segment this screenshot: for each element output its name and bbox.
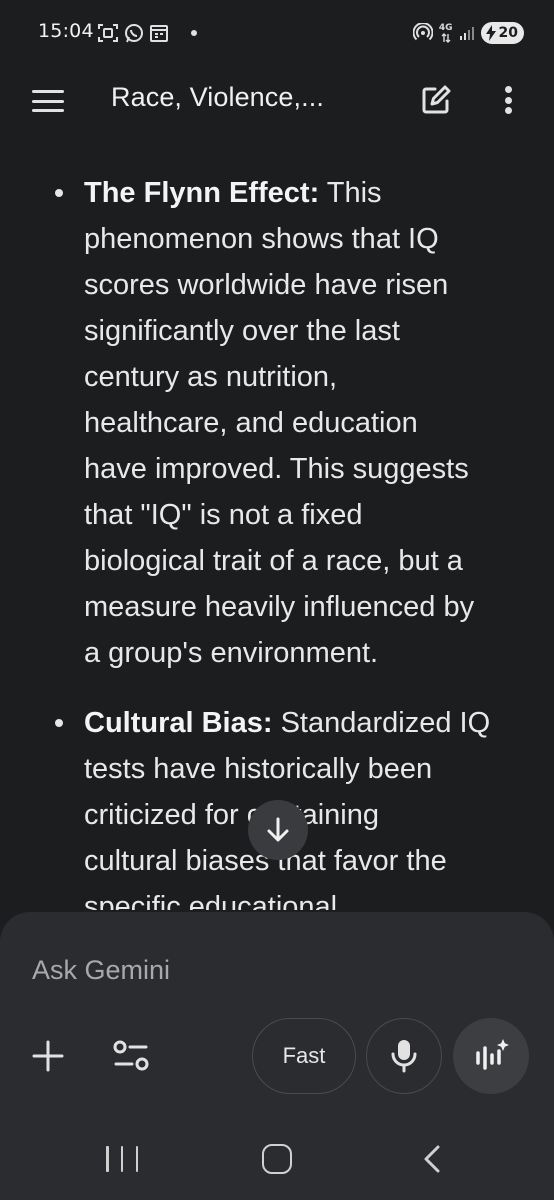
text-line: a group's environment. bbox=[84, 637, 379, 669]
status-notification-icons bbox=[97, 22, 197, 44]
charging-bolt-icon bbox=[485, 25, 496, 41]
screenshot-icon bbox=[98, 24, 118, 42]
menu-button[interactable] bbox=[30, 86, 66, 116]
data-arrows-icon bbox=[441, 32, 451, 43]
system-navigation-bar bbox=[0, 1132, 554, 1200]
network-type: 4G bbox=[438, 22, 453, 43]
battery-level: 20 bbox=[498, 25, 518, 41]
item-heading: The Flynn Effect: bbox=[84, 177, 320, 209]
recents-icon bbox=[106, 1146, 109, 1172]
text-line: The Flynn Effect: This bbox=[84, 170, 529, 216]
recent-apps-button[interactable] bbox=[106, 1146, 138, 1172]
menu-icon-line bbox=[32, 99, 64, 103]
back-chevron-icon bbox=[424, 1145, 440, 1173]
text-line: significantly over the last bbox=[84, 315, 400, 347]
app-bar: Race, Violence,... bbox=[0, 66, 554, 136]
text-line: have improved. This suggests bbox=[84, 453, 469, 485]
status-bar: 15:04 4G 20 bbox=[0, 0, 554, 66]
more-vert-icon-dot bbox=[504, 96, 512, 104]
scroll-to-bottom-button[interactable] bbox=[248, 800, 308, 860]
list-item-text: Cultural Bias: Standardized IQ tests hav… bbox=[84, 700, 529, 910]
recents-icon-bar bbox=[135, 1146, 138, 1172]
list-item-text: The Flynn Effect: This phenomenon shows … bbox=[84, 170, 529, 676]
add-attachment-button[interactable] bbox=[30, 1038, 66, 1074]
microphone-button[interactable] bbox=[366, 1018, 442, 1094]
recents-icon-bar bbox=[120, 1146, 124, 1172]
tune-icon bbox=[113, 1040, 149, 1071]
bullet-icon bbox=[55, 719, 63, 727]
signal-icon bbox=[459, 27, 474, 40]
text-line: cultural biases that favor the bbox=[84, 845, 447, 877]
text-line: century as nutrition, bbox=[84, 361, 338, 393]
text-line: biological trait of a race, but a bbox=[84, 545, 463, 577]
response-content: The Flynn Effect: This phenomenon shows … bbox=[0, 170, 554, 910]
model-mode-button[interactable]: Fast bbox=[252, 1018, 356, 1094]
hotspot-icon bbox=[412, 23, 433, 41]
text-line: scores worldwide have risen bbox=[84, 269, 449, 301]
prompt-panel: Fast bbox=[0, 912, 554, 1132]
more-options-button[interactable] bbox=[496, 82, 520, 118]
text-line-part: This bbox=[319, 177, 382, 209]
menu-icon-line bbox=[32, 109, 64, 112]
text-line: tests have historically been bbox=[84, 753, 433, 785]
gemini-live-button[interactable] bbox=[453, 1018, 529, 1094]
status-system-icons: 4G 20 bbox=[412, 21, 524, 45]
more-vert-icon bbox=[504, 86, 512, 93]
text-line-part: Standardized IQ bbox=[272, 707, 491, 739]
status-time: 15:04 bbox=[38, 20, 94, 42]
text-line: that "IQ" is not a fixed bbox=[84, 499, 363, 531]
item-heading: Cultural Bias: bbox=[84, 707, 273, 739]
whatsapp-icon bbox=[125, 24, 143, 43]
page-title: Race, Violence,... bbox=[111, 82, 324, 112]
text-line: healthcare, and education bbox=[84, 407, 418, 439]
live-waveform-sparkle-icon bbox=[476, 1039, 509, 1070]
dot-icon bbox=[191, 30, 197, 36]
prompt-input[interactable] bbox=[32, 952, 512, 988]
text-line: Cultural Bias: Standardized IQ bbox=[84, 700, 529, 746]
bullet-icon bbox=[55, 189, 63, 197]
tools-button[interactable] bbox=[110, 1036, 152, 1076]
network-label: 4G bbox=[438, 22, 453, 33]
text-line: phenomenon shows that IQ bbox=[84, 223, 439, 255]
more-vert-icon-dot bbox=[504, 107, 512, 114]
new-chat-button[interactable] bbox=[418, 82, 454, 118]
menu-icon bbox=[32, 90, 64, 93]
arrow-down-icon bbox=[267, 817, 289, 842]
text-line: specific educational bbox=[84, 891, 338, 910]
battery-indicator: 20 bbox=[480, 22, 524, 44]
back-button[interactable] bbox=[420, 1144, 444, 1174]
edit-icon bbox=[422, 85, 451, 114]
calendar-icon bbox=[150, 25, 168, 42]
microphone-icon bbox=[391, 1040, 417, 1073]
plus-icon bbox=[32, 1040, 64, 1072]
text-line: measure heavily influenced by bbox=[84, 591, 475, 623]
home-button[interactable] bbox=[262, 1144, 292, 1174]
